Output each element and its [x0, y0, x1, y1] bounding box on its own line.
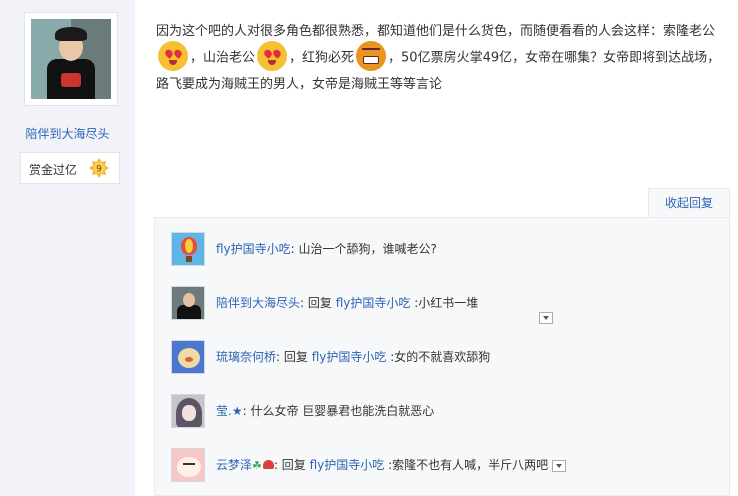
reply-target-link[interactable]: fly护国寺小吃 [310, 458, 385, 472]
reply-target-link[interactable]: fly护国寺小吃 [336, 296, 411, 310]
reply-prefix: 回复 [283, 350, 308, 364]
reply-user-link[interactable]: fly护国寺小吃 [216, 242, 291, 256]
post-text-part-2: ，山治老公 [190, 50, 256, 66]
mushroom-icon [262, 460, 274, 469]
reply-avatar[interactable] [171, 286, 205, 320]
reply-menu-dropdown-icon[interactable] [552, 459, 567, 472]
reply-text: 山治一个舔狗，谁喊老公? [298, 242, 437, 256]
clover-icon: ☘ [252, 459, 262, 472]
post-text-part-3: ，红狗必死 [289, 50, 355, 66]
author-sidebar: 陪伴到大海尽头 赏金过亿 9 [0, 0, 135, 496]
author-name-link[interactable]: 陪伴到大海尽头 [0, 125, 135, 142]
reply-text: :小红书一堆 [414, 296, 479, 310]
angry-emoji-icon [356, 41, 387, 71]
reply-avatar[interactable] [171, 232, 205, 266]
level-badge-icon: 9 [89, 158, 109, 178]
rank-label: 赏金过亿 [29, 163, 78, 177]
reply-user-link[interactable]: 琉璃奈何桥 [216, 350, 276, 364]
reply-text: :女的不就喜欢舔狗 [390, 350, 491, 364]
heart-eyes-emoji-icon [158, 41, 188, 71]
reply-panel: fly护国寺小吃: 山治一个舔狗，谁喊老公? 陪伴到大海尽头: 回复 fly护国… [154, 217, 730, 496]
reply-avatar[interactable] [171, 394, 205, 428]
reply-user-link[interactable]: 云梦泽 [216, 458, 252, 472]
reply-text: 什么女帝 巨婴暴君也能洗白就恶心 [250, 404, 435, 418]
reply-user-link[interactable]: 莹.★ [216, 404, 243, 418]
rank-badge-box[interactable]: 赏金过亿 9 [20, 152, 120, 184]
author-avatar-image [31, 19, 111, 99]
author-avatar[interactable] [24, 12, 118, 106]
reply-prefix: 回复 [307, 296, 332, 310]
reply-avatar[interactable] [171, 448, 205, 482]
reply-target-link[interactable]: fly护国寺小吃 [312, 350, 387, 364]
collapse-replies-button[interactable]: 收起回复 [648, 188, 730, 218]
post-text-part-1: 因为这个吧的人对很多角色都很熟悉，都知道他们是什么货色，而随便看看的人会这样：索… [156, 24, 716, 39]
reply-menu-dropdown-icon[interactable] [539, 312, 553, 324]
rank-level-number: 9 [96, 165, 102, 175]
reply-prefix: 回复 [281, 458, 306, 472]
reply-avatar[interactable] [171, 340, 205, 374]
post-content: 因为这个吧的人对很多角色都很熟悉，都知道他们是什么货色，而随便看看的人会这样：索… [156, 20, 722, 96]
reply-user-link[interactable]: 陪伴到大海尽头 [216, 296, 300, 310]
heart-eyes-emoji-icon [257, 41, 288, 71]
reply-text: :索隆不也有人喊，半斤八两吧 [388, 458, 549, 472]
